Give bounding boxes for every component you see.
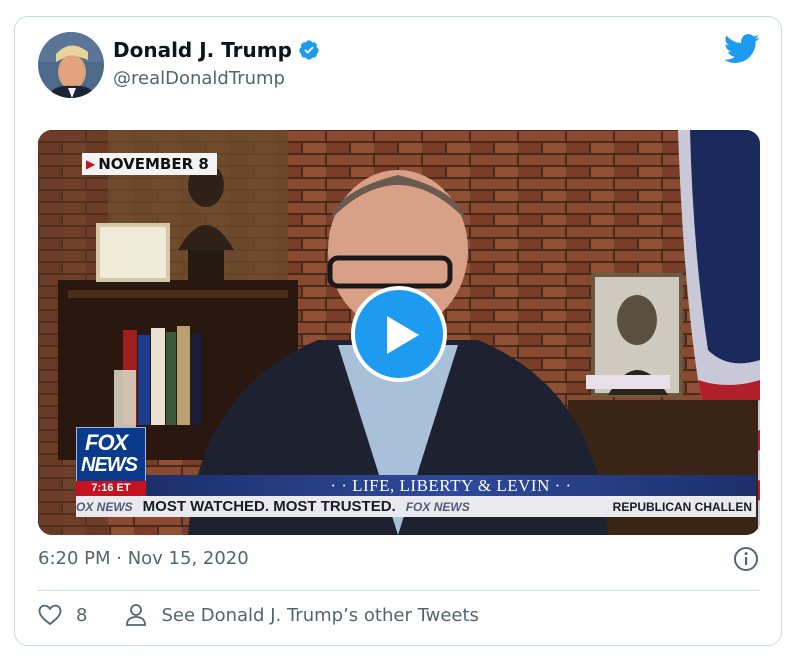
- play-indicator-icon: ▶: [86, 157, 96, 171]
- ticker-main: MOST WATCHED. MOST TRUSTED.: [142, 498, 396, 515]
- network-line2: NEWS: [81, 454, 138, 476]
- author-handle[interactable]: @realDonaldTrump: [113, 68, 285, 89]
- like-count: 8: [76, 604, 88, 626]
- see-other-tweets-label: See Donald J. Trump’s other Tweets: [161, 604, 479, 626]
- verified-badge-icon: [299, 40, 319, 60]
- heart-icon: [38, 604, 62, 626]
- ticker-right: REPUBLICAN CHALLEN: [612, 499, 752, 514]
- twitter-bird-icon[interactable]: [724, 34, 760, 64]
- play-icon: [387, 316, 419, 354]
- network-line1: FOX: [85, 430, 128, 455]
- date-chip-label: NOVEMBER 8: [98, 155, 209, 173]
- news-lower-third: FOX NEWS 7:16 ET · · LIFE, LIBERTY & LEV…: [76, 427, 756, 517]
- person-icon: [126, 604, 147, 626]
- play-button[interactable]: [351, 286, 447, 382]
- author-avatar[interactable]: [38, 32, 104, 98]
- like-button[interactable]: 8: [38, 604, 87, 626]
- author-name-row[interactable]: Donald J. Trump: [113, 38, 320, 62]
- network-time: 7:16 ET: [76, 481, 146, 496]
- video-player[interactable]: ▶ NOVEMBER 8 FOX NEWS 7:16 ET · · LIFE, …: [38, 130, 760, 535]
- see-other-tweets-link[interactable]: See Donald J. Trump’s other Tweets: [125, 603, 479, 627]
- show-title: · · LIFE, LIBERTY & LEVIN · ·: [146, 475, 756, 496]
- tweet-timestamp[interactable]: 6:20 PM · Nov 15, 2020: [38, 548, 249, 569]
- ticker-mid: FOX NEWS: [405, 499, 470, 514]
- divider: [38, 590, 760, 591]
- ticker-left: OX NEWS: [76, 499, 133, 514]
- author-name[interactable]: Donald J. Trump: [113, 38, 292, 62]
- date-chip: ▶ NOVEMBER 8: [82, 153, 217, 175]
- news-ticker: OX NEWS MOST WATCHED. MOST TRUSTED. FOX …: [76, 496, 756, 517]
- info-icon[interactable]: [733, 546, 759, 572]
- tweet-actions: 8 See Donald J. Trump’s other Tweets: [38, 603, 479, 627]
